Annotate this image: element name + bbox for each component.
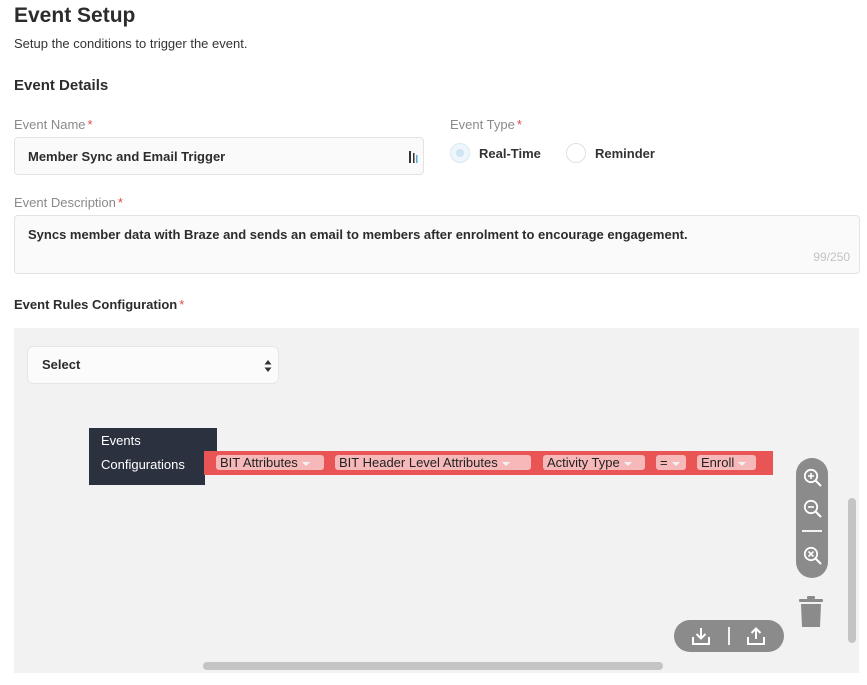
required-marker: *: [516, 117, 522, 132]
event-description-field[interactable]: Syncs member data with Braze and sends a…: [14, 215, 860, 274]
event-name-field[interactable]: Member Sync and Email Trigger: [14, 137, 424, 175]
pill-bit-header-level-attributes[interactable]: BIT Header Level Attributes: [335, 455, 531, 470]
chevron-down-icon: [671, 461, 680, 466]
pill-activity-type[interactable]: Activity Type: [543, 455, 645, 470]
import-export-controls: [674, 620, 784, 652]
zoom-in-icon[interactable]: [803, 468, 823, 493]
radio-real-time-label: Real-Time: [479, 146, 541, 161]
sort-arrows-icon: [264, 359, 272, 376]
rule-type-select-value: Select: [42, 357, 81, 372]
zoom-divider: [802, 530, 822, 532]
chevron-down-icon: [623, 461, 632, 466]
zoom-controls: [796, 458, 828, 578]
required-marker: *: [179, 297, 185, 312]
event-details-heading: Event Details: [14, 77, 109, 94]
pill-bit-header-level-attributes-text: BIT Header Level Attributes: [339, 455, 498, 470]
radio-reminder-dot[interactable]: [566, 143, 586, 163]
radio-real-time[interactable]: Real-Time: [450, 143, 550, 165]
pill-activity-type-text: Activity Type: [547, 455, 620, 470]
radio-reminder-label: Reminder: [595, 146, 655, 161]
required-marker: *: [87, 117, 93, 132]
horizontal-scrollbar[interactable]: [203, 662, 663, 670]
character-counter: 99/250: [813, 250, 850, 264]
configurations-block[interactable]: Configurations: [89, 452, 205, 485]
pill-operator[interactable]: =: [656, 455, 686, 470]
required-marker: *: [117, 195, 123, 210]
event-description-label-text: Event Description: [14, 195, 116, 210]
radio-real-time-dot[interactable]: [450, 143, 470, 163]
zoom-out-icon[interactable]: [803, 499, 823, 524]
rules-canvas[interactable]: Select Events Configurations BIT Attribu…: [14, 328, 859, 673]
events-block-tab-label: Events: [101, 433, 141, 448]
pill-value-text: Enroll: [701, 455, 735, 470]
rule-type-select[interactable]: Select: [27, 346, 279, 384]
event-type-label: Event Type *: [450, 117, 522, 132]
rules-heading: Event Rules Configuration *: [14, 297, 184, 312]
vertical-scrollbar[interactable]: [848, 498, 856, 643]
download-icon[interactable]: [691, 626, 711, 651]
event-name-value: Member Sync and Email Trigger: [28, 149, 226, 164]
event-name-label: Event Name *: [14, 117, 93, 132]
configurations-block-label: Configurations: [101, 457, 185, 472]
trash-icon[interactable]: [798, 596, 824, 633]
text-cursor-icon: [408, 150, 420, 167]
io-divider: [728, 627, 730, 645]
pill-bit-attributes[interactable]: BIT Attributes: [216, 455, 324, 470]
page-subtitle: Setup the conditions to trigger the even…: [14, 36, 248, 51]
event-type-label-text: Event Type: [450, 117, 515, 132]
event-description-label: Event Description *: [14, 195, 123, 210]
pill-operator-text: =: [660, 455, 668, 470]
pill-value[interactable]: Enroll: [697, 455, 756, 470]
pill-bit-attributes-text: BIT Attributes: [220, 455, 298, 470]
rules-heading-text: Event Rules Configuration: [14, 297, 178, 312]
event-description-value: Syncs member data with Braze and sends a…: [28, 227, 688, 242]
chevron-down-icon: [738, 461, 747, 466]
events-block-tab[interactable]: Events: [89, 428, 217, 455]
radio-reminder[interactable]: Reminder: [566, 143, 666, 165]
zoom-reset-icon[interactable]: [803, 546, 823, 571]
chevron-down-icon: [501, 461, 510, 466]
event-name-label-text: Event Name: [14, 117, 86, 132]
chevron-down-icon: [301, 461, 310, 466]
rule-condition-bar[interactable]: BIT Attributes BIT Header Level Attribut…: [204, 451, 773, 475]
page-title: Event Setup: [14, 4, 136, 27]
upload-icon[interactable]: [746, 626, 766, 651]
